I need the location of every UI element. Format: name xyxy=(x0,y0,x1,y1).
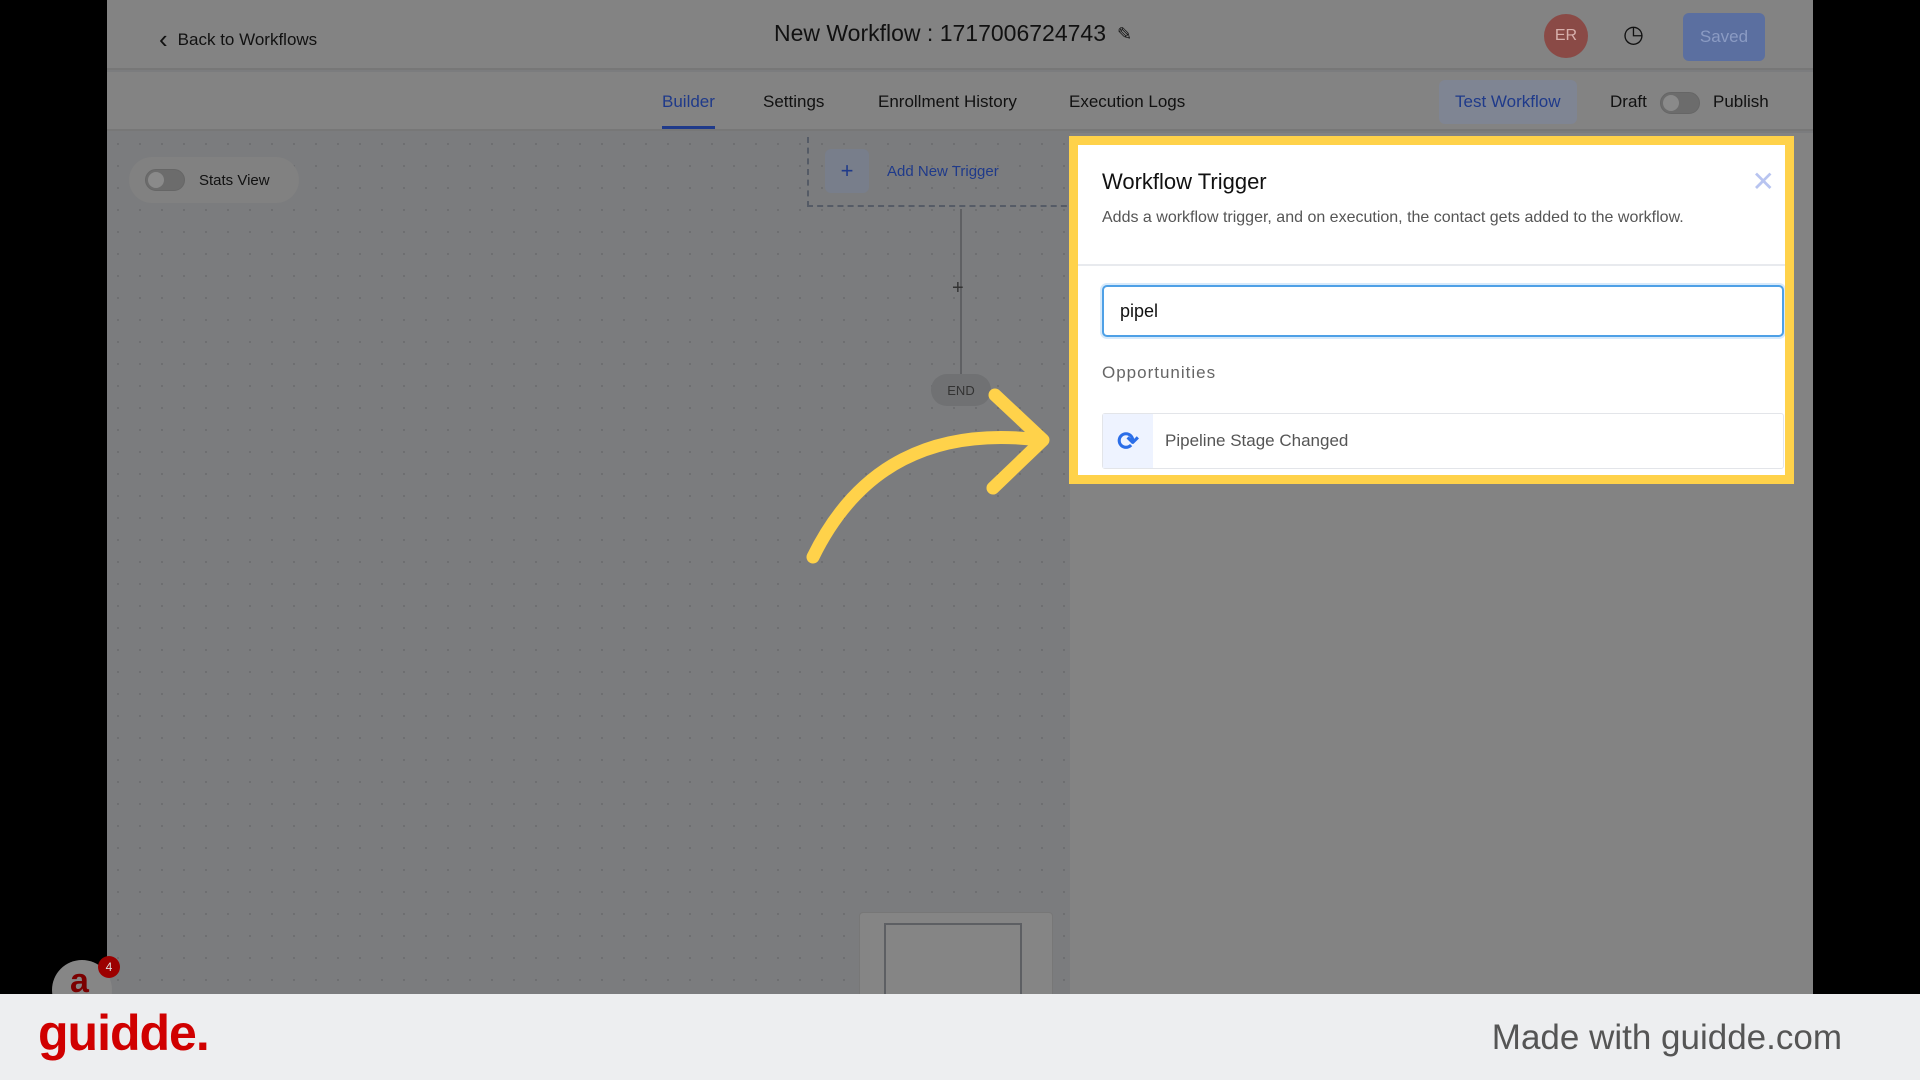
minimap-viewport[interactable] xyxy=(884,923,1022,994)
panel-description: Adds a workflow trigger, and on executio… xyxy=(1102,209,1684,226)
section-heading: Opportunities xyxy=(1102,363,1217,382)
stats-view-toggle[interactable]: Stats View xyxy=(129,157,299,203)
stats-toggle-switch[interactable] xyxy=(145,169,185,191)
trigger-search-input[interactable] xyxy=(1102,285,1784,337)
tab-settings[interactable]: Settings xyxy=(763,92,824,112)
refresh-icon: ⟳ xyxy=(1103,414,1153,468)
made-with-text: Made with guidde.com xyxy=(1491,1018,1842,1057)
test-workflow-button[interactable]: Test Workflow xyxy=(1439,80,1577,124)
avatar[interactable]: ER xyxy=(1544,14,1588,58)
option-pipeline-stage-changed[interactable]: ⟳ Pipeline Stage Changed xyxy=(1102,413,1784,469)
close-icon[interactable]: ✕ xyxy=(1752,165,1775,198)
saved-button[interactable]: Saved xyxy=(1683,13,1765,61)
option-label: Pipeline Stage Changed xyxy=(1165,431,1349,450)
divider xyxy=(1078,264,1785,266)
history-icon[interactable]: ◷ xyxy=(1623,20,1644,49)
add-trigger-label: Add New Trigger xyxy=(887,162,999,180)
footer: guidde. Made with guidde.com xyxy=(0,994,1920,1080)
notification-badge: 4 xyxy=(98,956,120,978)
tab-execution-logs[interactable]: Execution Logs xyxy=(1069,92,1185,112)
header: ‹ Back to Workflows New Workflow : 17170… xyxy=(107,0,1813,70)
draft-label: Draft xyxy=(1610,92,1647,111)
add-new-trigger-node[interactable]: + Add New Trigger xyxy=(807,137,1077,207)
panel-title: Workflow Trigger xyxy=(1102,169,1267,194)
tab-enrollment-history[interactable]: Enrollment History xyxy=(878,92,1017,112)
workflow-trigger-panel: Workflow Trigger Adds a workflow trigger… xyxy=(1078,145,1785,475)
publish-toggle[interactable] xyxy=(1660,92,1700,114)
edit-pencil-icon[interactable]: ✎ xyxy=(1117,24,1132,45)
publish-label: Publish xyxy=(1713,92,1769,111)
add-step-plus-icon[interactable]: + xyxy=(952,277,964,300)
highlight-frame: Workflow Trigger Adds a workflow trigger… xyxy=(1069,136,1794,484)
guidde-logo: guidde. xyxy=(38,1005,210,1061)
minimap[interactable] xyxy=(859,912,1053,994)
stats-view-label: Stats View xyxy=(199,171,270,189)
tab-bar: Builder Settings Enrollment History Exec… xyxy=(107,72,1813,131)
plus-icon: + xyxy=(825,149,869,193)
end-node: END xyxy=(931,374,991,406)
tab-builder[interactable]: Builder xyxy=(662,92,715,129)
workflow-canvas[interactable]: Stats View + Add New Trigger + END xyxy=(107,133,1077,994)
